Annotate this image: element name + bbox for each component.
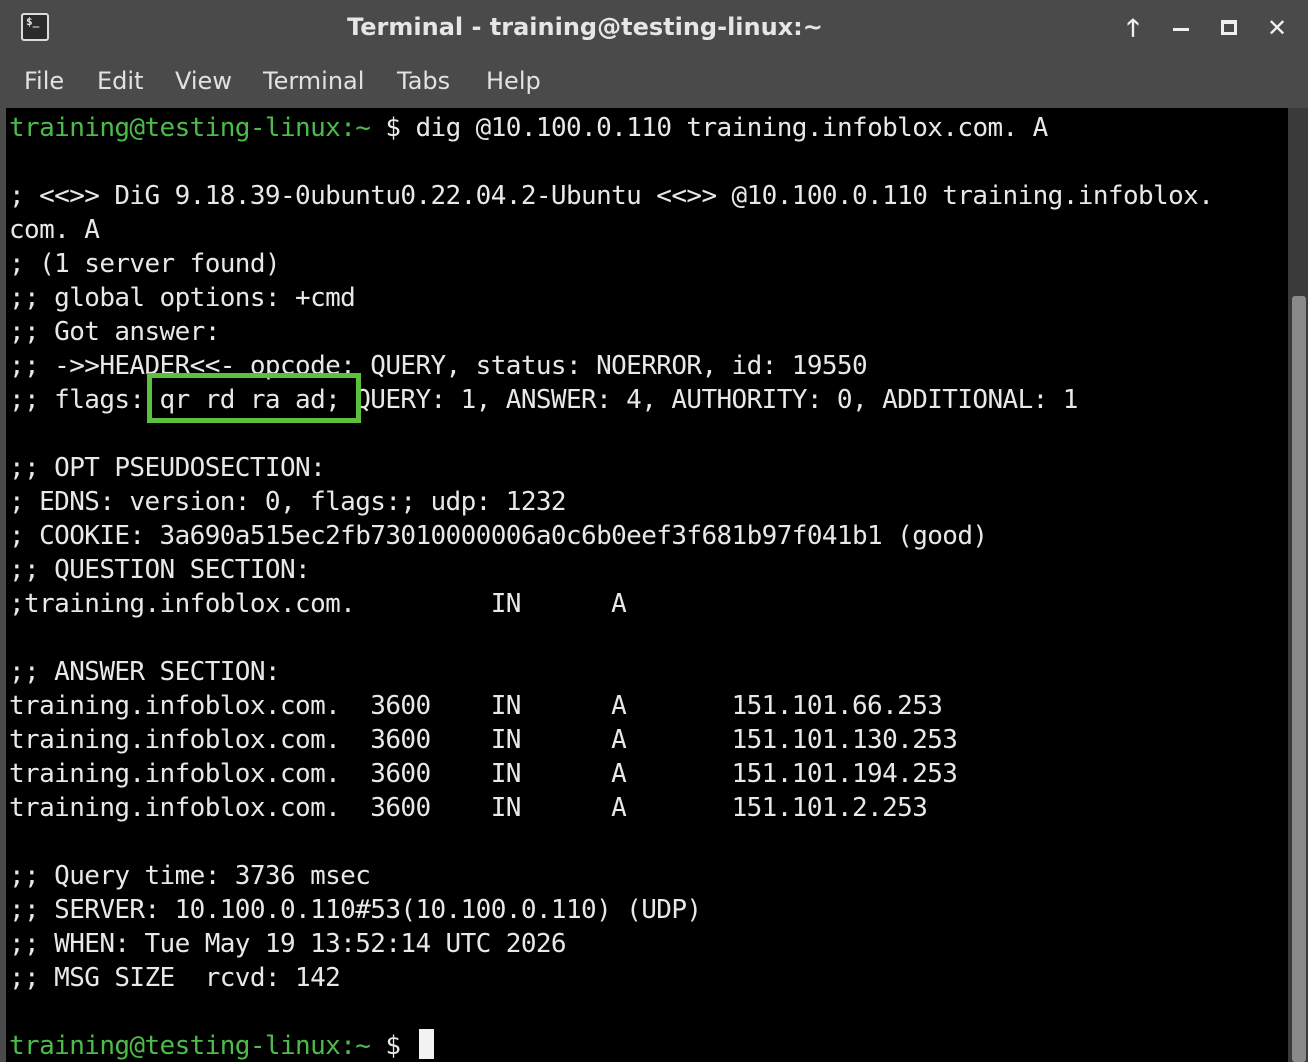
menu-view[interactable]: View — [175, 56, 232, 106]
maximize-icon — [1221, 20, 1237, 35]
prompt-user-host: training@testing-linux — [9, 113, 341, 143]
prompt-path: :~ — [340, 1031, 371, 1061]
prompt-path: :~ — [340, 113, 371, 143]
terminal-output[interactable]: training@testing-linux:~ $ dig @10.100.0… — [6, 108, 1288, 1062]
output-line: ;; global options: +cmd — [9, 283, 356, 313]
flags-highlight-box — [147, 373, 361, 423]
output-line: ;; Query time: 3736 msec — [9, 861, 371, 891]
output-line: ;; ->>HEADER<<- opcode: QUERY, status: N… — [9, 351, 868, 381]
close-button[interactable]: ✕ — [1261, 10, 1293, 46]
command-line: training@testing-linux:~ $ dig @10.100.0… — [9, 111, 1048, 145]
output-line: training.infoblox.com. 3600 IN A 151.101… — [9, 725, 958, 755]
final-prompt-line[interactable]: training@testing-linux:~ $ — [9, 1029, 435, 1062]
output-line: ;; QUESTION SECTION: — [9, 555, 311, 585]
output-line: ; COOKIE: 3a690a515ec2fb73010000006a0c6b… — [9, 521, 988, 551]
output-line: training.infoblox.com. 3600 IN A 151.101… — [9, 793, 928, 823]
output-line: ;; Got answer: — [9, 317, 220, 347]
menu-terminal[interactable]: Terminal — [263, 56, 364, 106]
window-title: Terminal - training@testing-linux:~ — [347, 13, 823, 41]
prompt-symbol: $ — [370, 1031, 416, 1061]
output-line: ;; ANSWER SECTION: — [9, 657, 281, 687]
minimize-icon — [1173, 28, 1189, 31]
output-line: ;; WHEN: Tue May 19 13:52:14 UTC 2026 — [9, 929, 567, 959]
command-text: dig @10.100.0.110 training.infoblox.com.… — [415, 113, 1048, 143]
scrollbar-thumb[interactable] — [1292, 296, 1306, 1062]
prompt-symbol: $ — [370, 113, 416, 143]
output-line: training.infoblox.com. 3600 IN A 151.101… — [9, 759, 958, 789]
output-line: ; (1 server found) — [9, 249, 281, 279]
maximize-button[interactable] — [1213, 10, 1245, 46]
menu-help[interactable]: Help — [486, 56, 541, 106]
output-line: ; <<>> DiG 9.18.39-0ubuntu0.22.04.2-Ubun… — [9, 181, 1214, 211]
output-line: ;; MSG SIZE rcvd: 142 — [9, 963, 341, 993]
output-line: ;; OPT PSEUDOSECTION: — [9, 453, 326, 483]
arrow-up-icon[interactable]: 🡑 — [1117, 10, 1149, 46]
menu-file[interactable]: File — [24, 56, 64, 106]
menu-edit[interactable]: Edit — [97, 56, 143, 106]
menu-tabs[interactable]: Tabs — [397, 56, 450, 106]
prompt-user-host: training@testing-linux — [9, 1031, 341, 1061]
output-line: ;training.infoblox.com. IN A — [9, 589, 627, 619]
output-line: ;; SERVER: 10.100.0.110#53(10.100.0.110)… — [9, 895, 702, 925]
terminal-window: $_ Terminal - training@testing-linux:~ 🡑… — [0, 0, 1308, 1062]
title-bar[interactable]: $_ Terminal - training@testing-linux:~ 🡑… — [0, 0, 1308, 56]
output-line: ; EDNS: version: 0, flags:; udp: 1232 — [9, 487, 567, 517]
menu-bar: File Edit View Terminal Tabs Help — [0, 56, 1308, 106]
text-cursor — [419, 1029, 435, 1059]
output-line: com. A — [9, 215, 100, 245]
minimize-button[interactable] — [1165, 10, 1197, 46]
output-line: training.infoblox.com. 3600 IN A 151.101… — [9, 691, 943, 721]
